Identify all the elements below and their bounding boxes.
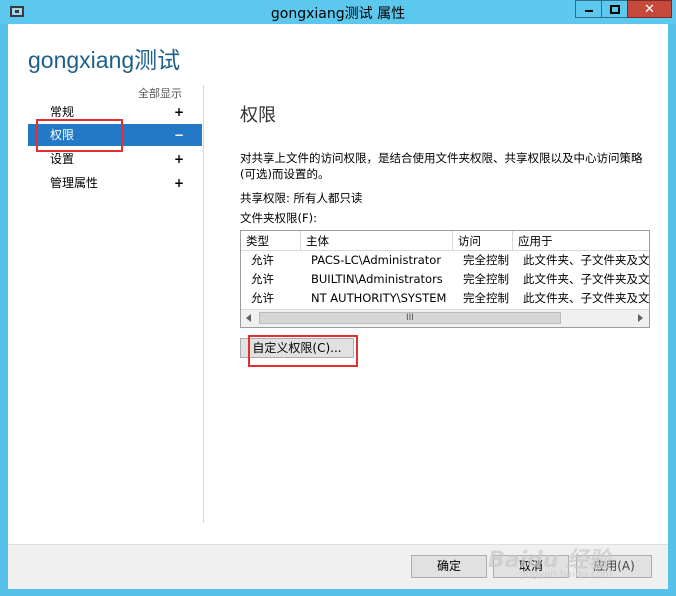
maximize-button[interactable]	[601, 0, 628, 18]
cell-access: 完全控制	[463, 253, 509, 267]
column-header-principal[interactable]: 主体	[301, 231, 453, 251]
ok-button[interactable]: 确定	[411, 555, 487, 578]
expand-icon: +	[173, 176, 185, 190]
close-button[interactable]: ✕	[627, 0, 672, 18]
dialog-client: gongxiang测试 全部显示 常规 + 权限 − 设置 + 管理属性 + 权…	[8, 24, 668, 589]
title-bar[interactable]: gongxiang测试 属性 ✕	[0, 0, 676, 24]
nav-item-label: 管理属性	[50, 176, 99, 190]
column-header-applies-to[interactable]: 应用于	[513, 231, 649, 251]
section-title: 权限	[240, 105, 276, 126]
show-all-link[interactable]: 全部显示	[138, 85, 182, 101]
column-header-type[interactable]: 类型	[241, 231, 301, 251]
cell-type: 允许	[251, 272, 274, 286]
expand-icon: +	[173, 105, 185, 119]
expand-icon: +	[173, 152, 185, 166]
cell-access: 完全控制	[463, 272, 509, 286]
cell-principal: PACS-LC\Administrator	[311, 253, 442, 267]
cell-principal: NT AUTHORITY\SYSTEM	[311, 291, 447, 305]
close-icon: ✕	[644, 2, 655, 17]
custom-button-highlight-box	[248, 335, 358, 367]
dialog-heading: gongxiang测试	[28, 47, 181, 73]
cell-applies-to: 此文件夹、子文件夹及文件	[523, 272, 649, 286]
folder-permissions-table[interactable]: 类型 主体 访问 应用于 允许 PACS-LC\Administrator 完全…	[240, 230, 650, 328]
cell-principal: BUILTIN\Administrators	[311, 272, 443, 286]
sidebar-divider	[203, 85, 204, 523]
cell-type: 允许	[251, 291, 274, 305]
permissions-description: 对共享上文件的访问权限，是结合使用文件夹权限、共享权限以及中心访问策略(可选)而…	[240, 151, 643, 181]
horizontal-scrollbar[interactable]: III	[241, 309, 649, 327]
folder-permission-label: 文件夹权限(F):	[240, 211, 317, 225]
watermark-url: jingyan.baidu.com	[520, 569, 613, 580]
nav-item-management[interactable]: 管理属性 +	[28, 172, 202, 194]
properties-window: gongxiang测试 属性 ✕ gongxiang测试 全部显示 常规 + 权…	[0, 0, 676, 596]
cell-applies-to: 此文件夹、子文件夹及文件	[523, 291, 649, 305]
cell-applies-to: 此文件夹、子文件夹及文件	[523, 253, 649, 267]
scroll-left-icon[interactable]	[241, 310, 258, 326]
grip-icon: III	[406, 313, 414, 323]
share-permission-text: 共享权限: 所有人都只读	[240, 191, 363, 205]
nav-highlight-box	[36, 119, 123, 152]
collapse-icon: −	[173, 128, 185, 142]
scroll-right-icon[interactable]	[632, 310, 649, 326]
scroll-thumb[interactable]: III	[259, 312, 561, 324]
cell-type: 允许	[251, 253, 274, 267]
column-header-access[interactable]: 访问	[453, 231, 513, 251]
minimize-button[interactable]	[575, 0, 602, 18]
cell-access: 完全控制	[463, 291, 509, 305]
